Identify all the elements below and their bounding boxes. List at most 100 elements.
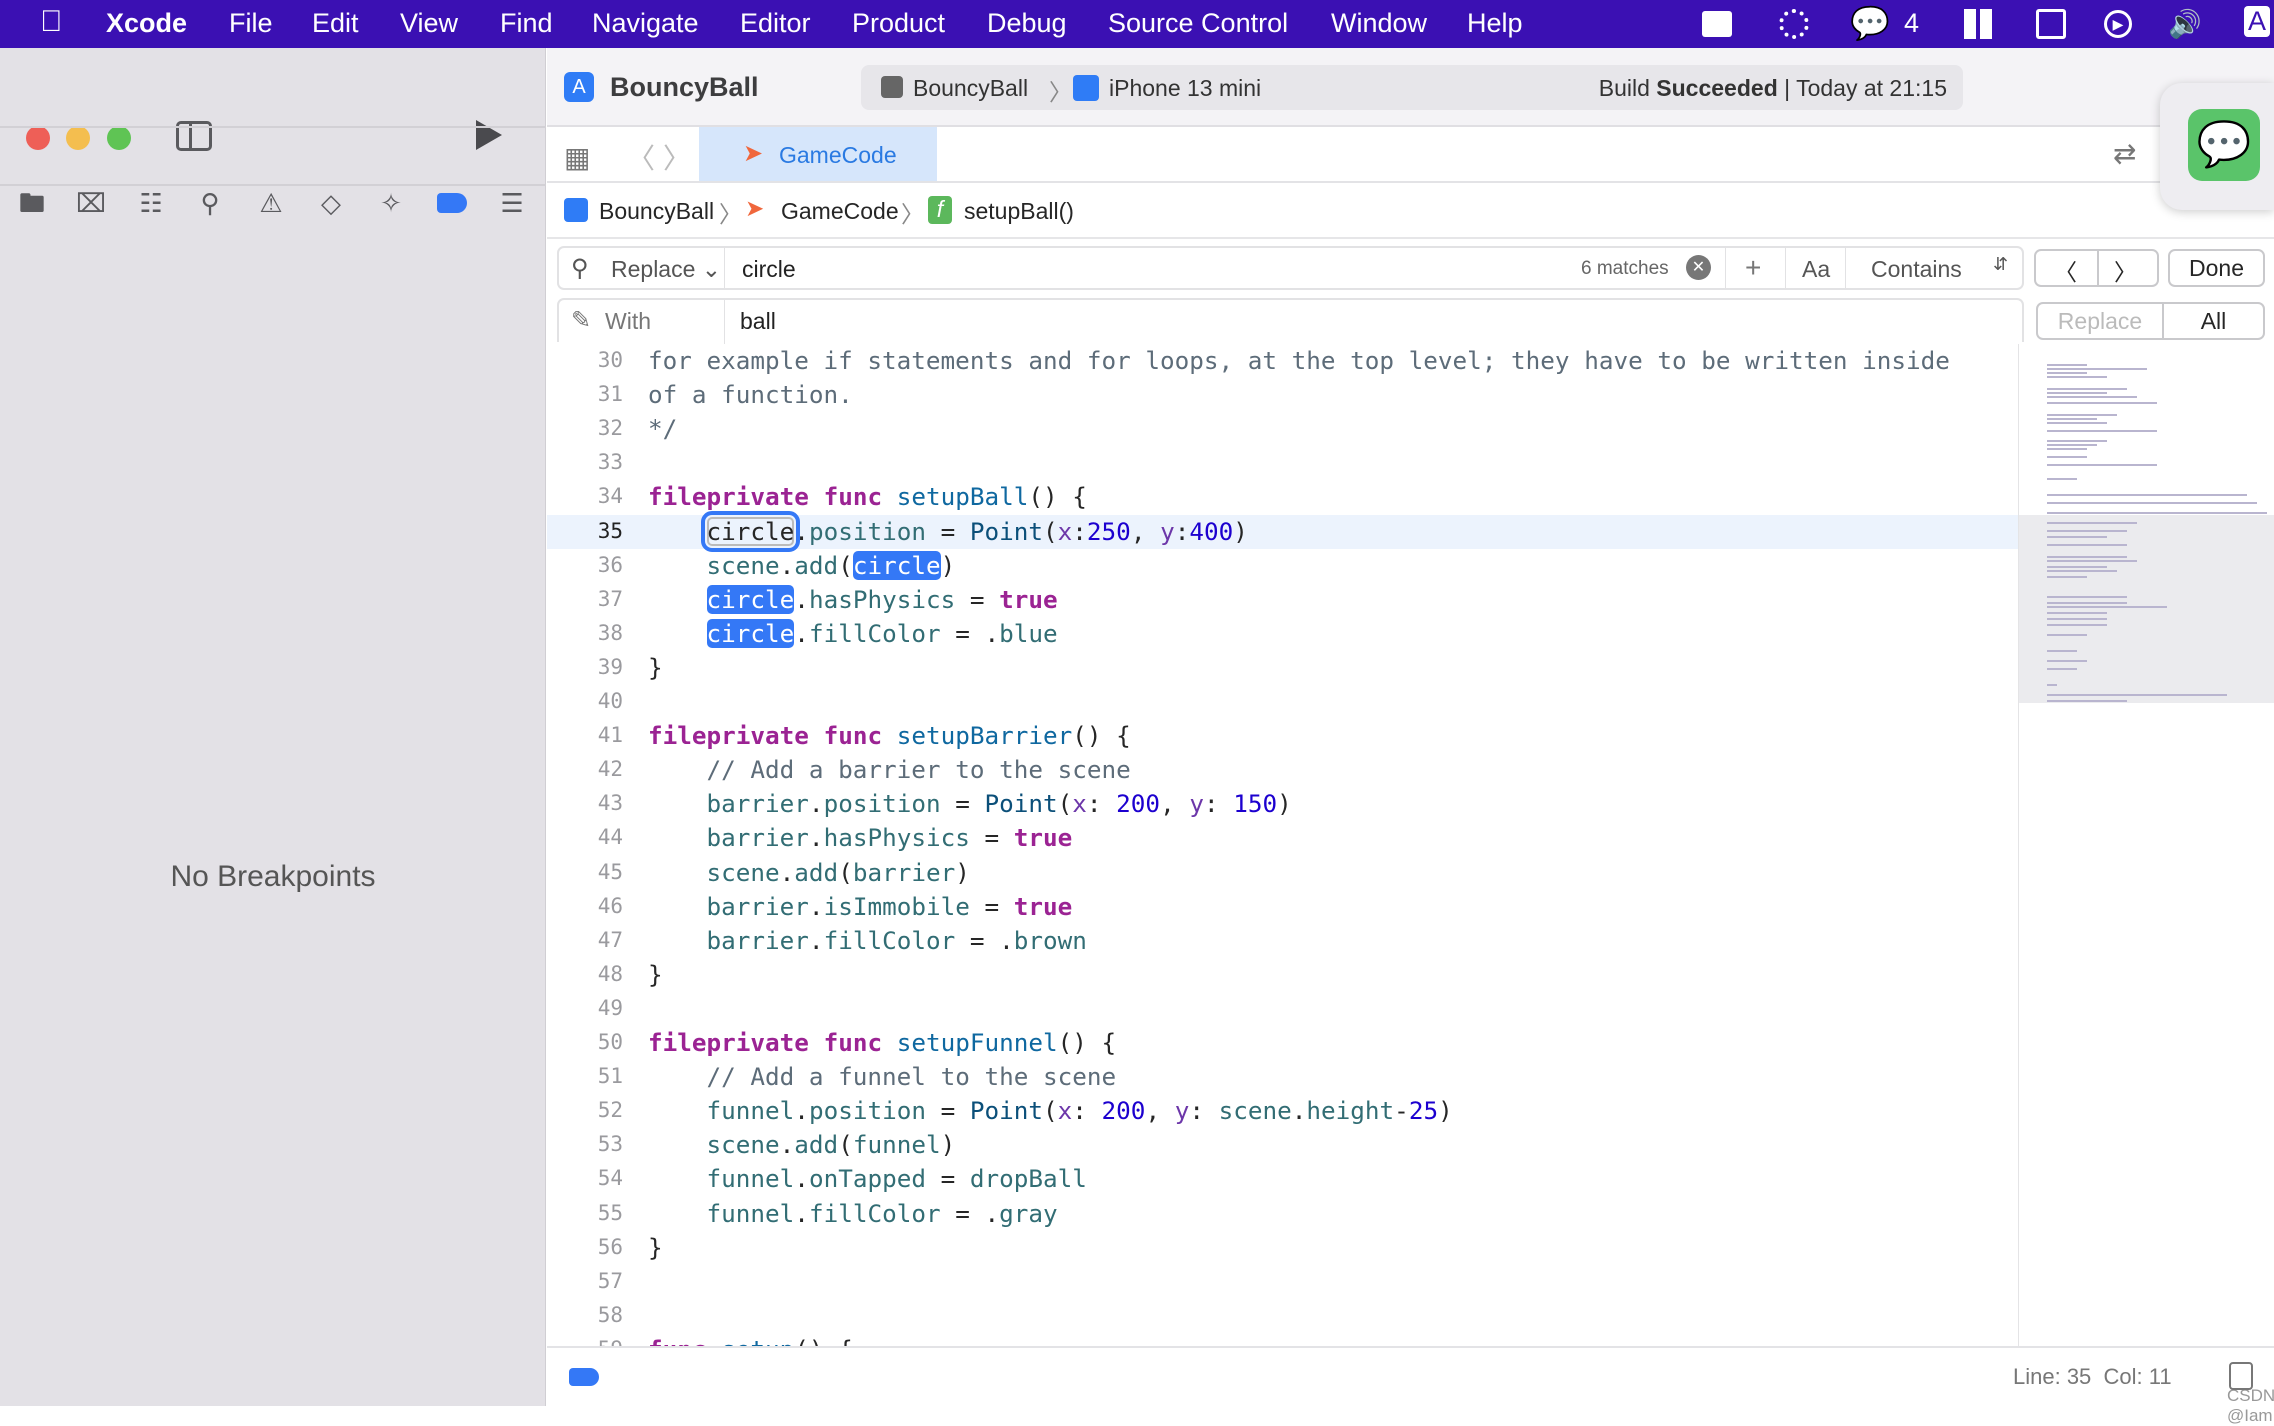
play-status-icon[interactable]: ▶ — [2104, 10, 2132, 38]
code-token: x — [1057, 1096, 1073, 1126]
code-line[interactable]: } — [648, 958, 663, 992]
code-token: = — [969, 823, 1014, 853]
menu-navigate[interactable]: Navigate — [592, 8, 699, 39]
code-line[interactable]: } — [648, 1231, 663, 1265]
debug-spray-icon[interactable]: ✧ — [376, 188, 406, 218]
replace-input[interactable]: ball — [740, 308, 1740, 335]
forward-arrow-icon[interactable]: 〉 — [663, 137, 691, 177]
code-line[interactable]: } — [648, 651, 663, 685]
code-token: . — [808, 925, 824, 955]
next-match-button[interactable]: 〉 — [2114, 253, 2137, 287]
wechat-status-icon[interactable]: 💬 — [1850, 4, 1890, 42]
code-line[interactable]: circle.hasPhysics = true — [648, 583, 1058, 617]
code-line[interactable]: func setup() { — [648, 1333, 853, 1346]
code-line[interactable]: circle.position = Point(x:250, y:400) — [648, 510, 1248, 552]
layout-icon[interactable] — [1964, 9, 1992, 39]
apple-menu-icon[interactable]:  — [40, 5, 63, 39]
folder-icon[interactable]: 🖿 — [17, 188, 47, 218]
code-token: : — [1086, 789, 1117, 819]
code-line[interactable]: funnel.fillColor = .gray — [648, 1197, 1058, 1231]
previous-match-button[interactable]: 〈 — [2054, 253, 2077, 287]
replace-button[interactable]: Replace — [2038, 308, 2162, 335]
wechat-icon[interactable]: 💬 — [2188, 109, 2260, 181]
code-line[interactable]: */ — [648, 412, 677, 446]
breakpoint-navigator-icon[interactable] — [437, 193, 467, 213]
menu-source-control[interactable]: Source Control — [1108, 8, 1288, 39]
code-line[interactable]: barrier.hasPhysics = true — [648, 821, 1073, 855]
code-line[interactable]: fileprivate func setupBall() { — [648, 480, 1087, 514]
find-mode-dropdown[interactable]: Replace ⌄ — [611, 256, 721, 283]
source-control-icon[interactable]: ⌧ — [76, 188, 106, 218]
zoom-button[interactable] — [107, 126, 131, 150]
code-line[interactable]: // Add a barrier to the scene — [648, 753, 1131, 787]
code-line[interactable]: of a function. — [648, 378, 853, 412]
wechat-floating-widget[interactable]: 💬 — [2160, 83, 2274, 210]
find-input[interactable]: circle — [742, 256, 1542, 283]
code-line[interactable]: scene.add(barrier) — [648, 856, 970, 890]
line-number: 36 — [597, 552, 623, 577]
debug-area-toggle-icon[interactable] — [2229, 1362, 2253, 1390]
done-button[interactable]: Done — [2168, 249, 2265, 287]
replace-all-button[interactable]: All — [2164, 308, 2263, 335]
volume-icon[interactable]: 🔊 — [2168, 8, 2202, 40]
code-line[interactable]: circle.fillColor = .blue — [648, 617, 1058, 651]
minimize-button[interactable] — [66, 126, 90, 150]
code-editor[interactable]: 30 for example if statements and for loop… — [547, 344, 2018, 1346]
breadcrumb-project[interactable]: BouncyBall — [599, 198, 714, 225]
menu-editor[interactable]: Editor — [740, 8, 811, 39]
gear-status-icon[interactable] — [1779, 9, 1809, 39]
code-line[interactable]: barrier.position = Point(x: 200, y: 150) — [648, 787, 1292, 821]
scheme-selector[interactable]: BouncyBall — [913, 75, 1028, 102]
tab-gamecode[interactable]: ➤ GameCode — [699, 127, 937, 181]
minimap-line — [2047, 660, 2087, 662]
minimap-line — [2047, 684, 2057, 686]
swap-icon[interactable]: ⇄ — [2113, 137, 2136, 170]
code-line[interactable]: // Add a funnel to the scene — [648, 1060, 1117, 1094]
breakpoints-toggle-icon[interactable] — [569, 1368, 599, 1386]
minimap-line — [2047, 566, 2107, 568]
minimap[interactable] — [2018, 344, 2274, 1346]
report-icon[interactable]: ☰ — [497, 188, 527, 218]
code-line[interactable]: for example if statements and for loops,… — [648, 344, 1950, 378]
run-button[interactable] — [476, 120, 502, 150]
breadcrumb-symbol[interactable]: setupBall() — [964, 198, 1074, 225]
code-line[interactable]: barrier.isImmobile = true — [648, 890, 1073, 924]
related-items-grid-icon[interactable]: ▦ — [564, 141, 590, 174]
menu-help[interactable]: Help — [1467, 8, 1523, 39]
symbol-hierarchy-icon[interactable]: ☷ — [136, 188, 166, 218]
device-selector[interactable]: iPhone 13 mini — [1109, 75, 1261, 102]
menu-view[interactable]: View — [400, 8, 458, 39]
test-diamond-icon[interactable]: ◇ — [316, 188, 346, 218]
match-type-dropdown[interactable]: Contains — [1871, 256, 1962, 283]
breadcrumb-file[interactable]: GameCode — [781, 198, 899, 225]
notification-icon[interactable] — [1702, 11, 1732, 37]
code-token: scene — [1218, 1096, 1292, 1126]
code-token: = — [955, 584, 1000, 614]
menu-edit[interactable]: Edit — [312, 8, 359, 39]
clear-search-button[interactable]: ✕ — [1686, 255, 1711, 280]
search-icon[interactable]: ⚲ — [195, 188, 225, 218]
add-pattern-button[interactable]: + — [1745, 252, 1761, 284]
code-line[interactable]: scene.add(funnel) — [648, 1128, 956, 1162]
menu-debug[interactable]: Debug — [987, 8, 1067, 39]
close-button[interactable] — [26, 126, 50, 150]
menu-window[interactable]: Window — [1331, 8, 1427, 39]
back-arrow-icon[interactable]: 〈 — [627, 137, 655, 177]
code-line[interactable]: scene.add(circle) — [648, 549, 955, 583]
code-line[interactable]: funnel.position = Point(x: 200, y: scene… — [648, 1094, 1453, 1128]
warning-icon[interactable]: ⚠ — [256, 188, 286, 218]
code-line[interactable]: barrier.fillColor = .brown — [648, 924, 1087, 958]
menu-find[interactable]: Find — [500, 8, 553, 39]
code-line[interactable]: funnel.onTapped = dropBall — [648, 1162, 1087, 1196]
minimap-line — [2047, 576, 2087, 578]
code-line[interactable]: fileprivate func setupBarrier() { — [648, 719, 1131, 753]
menu-file[interactable]: File — [229, 8, 273, 39]
screen-mirror-icon[interactable] — [2036, 9, 2066, 39]
menu-product[interactable]: Product — [852, 8, 945, 39]
case-sensitive-button[interactable]: Aa — [1802, 256, 1830, 283]
code-line[interactable]: fileprivate func setupFunnel() { — [648, 1026, 1116, 1060]
input-source-badge[interactable]: A — [2244, 6, 2271, 37]
menu-app[interactable]: Xcode — [106, 8, 187, 39]
